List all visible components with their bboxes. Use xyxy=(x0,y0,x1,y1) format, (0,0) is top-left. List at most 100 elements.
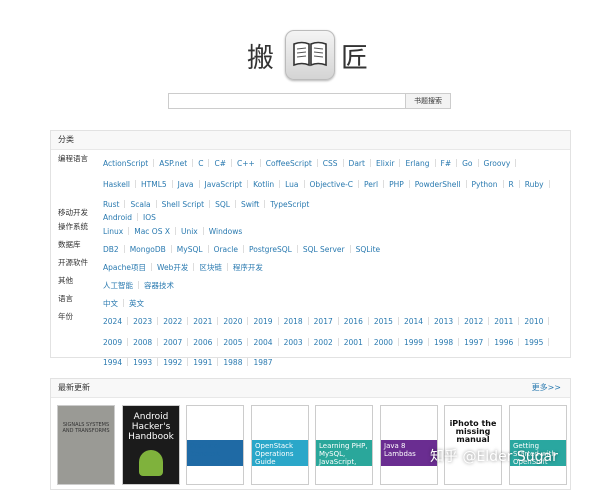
category-link[interactable]: 2001 xyxy=(344,335,374,351)
category-link[interactable]: 2000 xyxy=(374,335,404,351)
category-link[interactable]: 2017 xyxy=(314,314,344,330)
category-link[interactable]: 2014 xyxy=(404,314,434,330)
category-link[interactable]: 2004 xyxy=(253,335,283,351)
category-link[interactable]: CSS xyxy=(323,156,349,172)
category-link[interactable]: Groovy xyxy=(484,156,522,172)
category-link[interactable]: 2012 xyxy=(464,314,494,330)
category-link[interactable]: 2006 xyxy=(193,335,223,351)
category-row-items: 2024 2023 2022 2021 2020 2019 2018 2017 2016 2015… xyxy=(103,309,558,371)
category-link[interactable]: 2013 xyxy=(434,314,464,330)
category-link[interactable]: Perl xyxy=(364,177,389,193)
category-link[interactable]: Kotlin xyxy=(253,177,285,193)
category-link[interactable]: 2015 xyxy=(374,314,404,330)
category-link[interactable]: 2011 xyxy=(494,314,524,330)
category-link[interactable]: 1998 xyxy=(434,335,464,351)
category-link[interactable]: 1987 xyxy=(253,355,272,371)
category-link[interactable]: Elixir xyxy=(376,156,406,172)
recent-updates-panel: 最新更新 更多>> SIGNALS SYSTEMS AND TRANSFORMS… xyxy=(50,378,571,490)
search-input[interactable] xyxy=(168,93,406,109)
category-link[interactable]: 1995 xyxy=(524,335,554,351)
site-logo[interactable]: 搬 匠 xyxy=(0,30,600,80)
category-row-label: 开源软件 xyxy=(58,258,88,267)
category-row-label: 编程语言 xyxy=(58,154,88,163)
category-link[interactable]: 1991 xyxy=(193,355,223,371)
category-row-label: 年份 xyxy=(58,312,73,321)
category-row-label: 其他 xyxy=(58,276,73,285)
category-panel: 分类 编程语言 ActionScript ASP.net C C# C++ CoffeeSc… xyxy=(50,130,571,367)
category-link[interactable]: Haskell xyxy=(103,177,141,193)
category-link[interactable]: 2018 xyxy=(284,314,314,330)
book-cover[interactable]: Practical Zendesk Administration xyxy=(186,405,244,485)
book-cover[interactable]: iPhoto the missing manual xyxy=(444,405,502,485)
book-cover-title: Practical Zendesk Administration xyxy=(190,442,242,466)
category-link[interactable]: Lua xyxy=(285,177,309,193)
category-link[interactable]: 2008 xyxy=(133,335,163,351)
recent-panel-title: 最新更新 xyxy=(58,383,90,392)
category-link[interactable]: PHP xyxy=(389,177,415,193)
category-link[interactable]: Erlang xyxy=(405,156,440,172)
category-link[interactable]: 2016 xyxy=(344,314,374,330)
book-cover[interactable]: OpenStack Operations Guide xyxy=(251,405,309,485)
category-row-label: 操作系统 xyxy=(58,222,88,231)
category-link[interactable]: HTML5 xyxy=(141,177,178,193)
category-link[interactable]: C xyxy=(198,156,214,172)
category-link[interactable]: 2020 xyxy=(223,314,253,330)
category-link[interactable]: 2024 xyxy=(103,314,133,330)
book-cover[interactable]: Android Hacker's Handbook xyxy=(122,405,180,485)
more-link[interactable]: 更多>> xyxy=(532,379,561,397)
category-row-items: ActionScript ASP.net C C# C++ CoffeeScript CSS… xyxy=(103,151,558,213)
logo-left-char: 搬 xyxy=(247,43,274,74)
category-link[interactable]: 1993 xyxy=(133,355,163,371)
category-link[interactable]: Python xyxy=(472,177,509,193)
recent-panel-header: 最新更新 更多>> xyxy=(51,379,570,398)
category-link[interactable]: Ruby xyxy=(525,177,555,193)
category-link[interactable]: 2005 xyxy=(223,335,253,351)
android-robot-icon xyxy=(139,450,163,476)
category-link[interactable]: Objective-C xyxy=(310,177,365,193)
category-panel-title: 分类 xyxy=(51,131,570,150)
category-link[interactable]: C# xyxy=(214,156,237,172)
category-link[interactable]: Dart xyxy=(349,156,376,172)
category-link[interactable]: PowderShell xyxy=(415,177,472,193)
category-link[interactable]: 2010 xyxy=(524,314,554,330)
open-book-icon xyxy=(285,30,335,80)
book-cover-title: SIGNALS SYSTEMS AND TRANSFORMS xyxy=(62,422,110,434)
book-cover-title: OpenStack Operations Guide xyxy=(255,442,294,466)
book-cover[interactable]: Learning PHP, MySQL, JavaScript, CSS & H… xyxy=(315,405,373,485)
category-link[interactable]: C++ xyxy=(237,156,266,172)
category-link[interactable]: 2009 xyxy=(103,335,133,351)
category-link[interactable]: R xyxy=(509,177,525,193)
category-link[interactable]: F# xyxy=(441,156,463,172)
category-link[interactable]: 2003 xyxy=(284,335,314,351)
book-cover[interactable]: SIGNALS SYSTEMS AND TRANSFORMS xyxy=(57,405,115,485)
category-link[interactable]: ASP.net xyxy=(159,156,198,172)
book-cover-title: Android Hacker's Handbook xyxy=(128,412,174,442)
category-link[interactable]: 1994 xyxy=(103,355,133,371)
category-link[interactable]: 2019 xyxy=(253,314,283,330)
category-link[interactable]: Go xyxy=(462,156,483,172)
category-link[interactable]: 1988 xyxy=(223,355,253,371)
category-row-label: 语言 xyxy=(58,294,73,303)
category-link[interactable]: ActionScript xyxy=(103,156,159,172)
book-cover[interactable]: Getting Started with OpenShift xyxy=(509,405,567,485)
category-link[interactable]: JavaScript xyxy=(205,177,254,193)
category-link[interactable]: 1992 xyxy=(163,355,193,371)
book-cover-title: iPhoto the missing manual xyxy=(449,419,497,444)
category-link[interactable]: 2002 xyxy=(314,335,344,351)
search-bar: 书题搜索 xyxy=(168,93,451,109)
category-link[interactable]: 1996 xyxy=(494,335,524,351)
book-cover-title: Learning PHP, MySQL, JavaScript, CSS & H… xyxy=(319,442,368,474)
book-cover-title: Java 8 Lambdas xyxy=(384,442,416,458)
category-link[interactable]: Java xyxy=(178,177,205,193)
category-row-label: 数据库 xyxy=(58,240,81,249)
category-link[interactable]: 2021 xyxy=(193,314,223,330)
category-link[interactable]: 1997 xyxy=(464,335,494,351)
category-link[interactable]: CoffeeScript xyxy=(266,156,323,172)
category-link[interactable]: 2007 xyxy=(163,335,193,351)
search-button[interactable]: 书题搜索 xyxy=(405,93,451,109)
category-link[interactable]: 1999 xyxy=(404,335,434,351)
category-link[interactable]: 2023 xyxy=(133,314,163,330)
category-link[interactable]: 2022 xyxy=(163,314,193,330)
watermark: 知乎 @Elder Sugar xyxy=(430,449,558,465)
book-cover[interactable]: Java 8 Lambdas xyxy=(380,405,438,485)
